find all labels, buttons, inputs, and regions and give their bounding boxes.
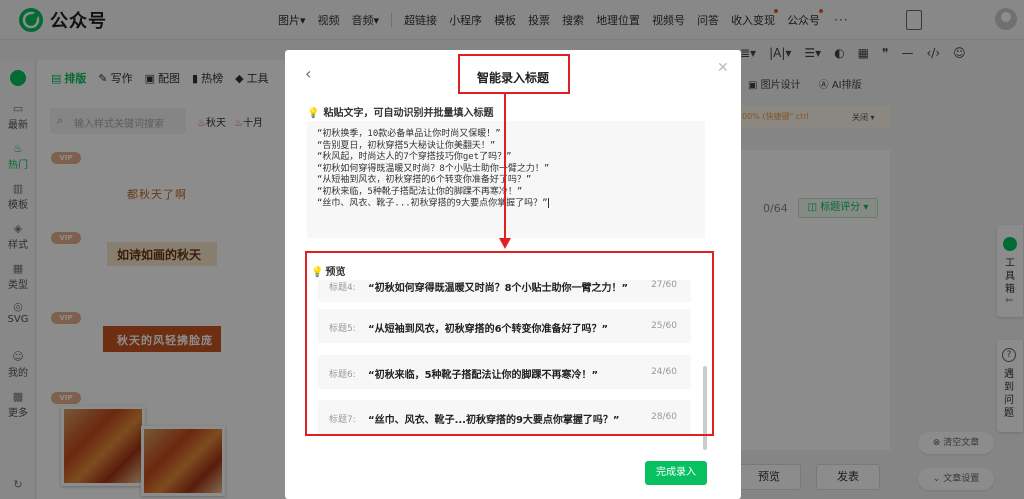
paste-text-area[interactable]: “初秋换季，10款必备单品让你时尚又保暖！” “告别夏日，初秋穿搭5大秘诀让你美… [307, 121, 705, 238]
paste-instruction: 💡 粘贴文字，可自动识别并批量填入标题 [307, 108, 494, 119]
finish-entry-button[interactable]: 完成录入 [645, 461, 707, 485]
annotation-box-preview [305, 251, 714, 436]
annotation-box-title [458, 54, 570, 94]
lightbulb-icon: 💡 [307, 108, 320, 119]
text-cursor [547, 198, 549, 208]
